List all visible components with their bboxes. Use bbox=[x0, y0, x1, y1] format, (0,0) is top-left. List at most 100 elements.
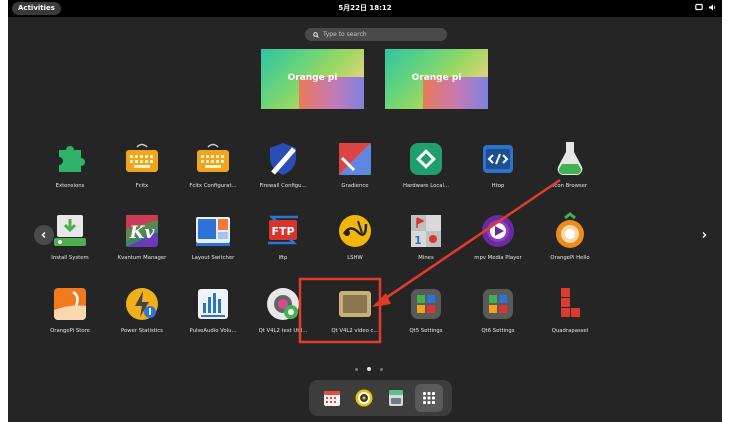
app-label: Gradience bbox=[341, 183, 369, 189]
app-label: OrangePi Hello bbox=[550, 255, 590, 261]
shield-icon bbox=[270, 143, 296, 175]
page-indicator bbox=[355, 367, 383, 371]
app-fcitx[interactable]: Fcitx bbox=[106, 140, 178, 189]
app-label: lftp bbox=[278, 255, 288, 261]
top-bar: Activities 5月22日 18:12 bbox=[8, 0, 722, 17]
screen-icon bbox=[695, 3, 703, 11]
app-orangepi-store[interactable]: OrangePi Store bbox=[34, 285, 106, 334]
app-label: LSHW bbox=[347, 255, 363, 261]
tetris-icon bbox=[561, 288, 580, 317]
app-htop[interactable]: Htop bbox=[462, 140, 534, 189]
app-quadrapassel[interactable]: Quadrapassel bbox=[534, 285, 606, 334]
app-extensions[interactable]: Extensions bbox=[34, 140, 106, 189]
power-icon bbox=[126, 288, 158, 320]
app-label: Layout Switcher bbox=[191, 255, 235, 261]
app-firewall-configu[interactable]: Firewall Configu... bbox=[247, 140, 319, 189]
app-label: Install System bbox=[51, 255, 89, 261]
calendar-icon[interactable] bbox=[322, 388, 342, 408]
app-label: Hardware Local... bbox=[402, 183, 450, 189]
app-mpv-media-player[interactable]: mpv Media Player bbox=[462, 212, 534, 261]
app-label: Qt5 Settings bbox=[409, 328, 443, 334]
app-label: Htop bbox=[491, 183, 505, 189]
app-fcitx-configurat[interactable]: Fcitx Configurat... bbox=[177, 140, 249, 189]
app-icon-browser[interactable]: Icon Browser bbox=[534, 140, 606, 189]
system-tray[interactable] bbox=[695, 3, 716, 12]
app-label: Fcitx Configurat... bbox=[189, 183, 237, 189]
layout-icon bbox=[196, 217, 230, 246]
app-lshw[interactable]: LSHW bbox=[319, 212, 391, 261]
app-label: Icon Browser bbox=[552, 183, 588, 189]
page-dot[interactable] bbox=[380, 367, 383, 371]
search-icon bbox=[313, 31, 319, 38]
desktop-screen: Activities 5月22日 18:12 Type to search Or… bbox=[8, 0, 722, 422]
app-label: Firewall Configu... bbox=[259, 183, 307, 189]
install-icon bbox=[54, 215, 86, 246]
app-gradience[interactable]: Gradience bbox=[319, 140, 391, 189]
chevron-left-icon bbox=[41, 232, 46, 238]
play-icon bbox=[482, 215, 514, 247]
app-layout-switcher[interactable]: Layout Switcher bbox=[177, 212, 249, 261]
app-qt6-settings[interactable]: Qt6 Settings bbox=[462, 285, 534, 334]
app-kvantum-manager[interactable]: Kv Kvantum Manager bbox=[106, 212, 178, 261]
puzzle-icon bbox=[59, 146, 85, 172]
previous-page-button[interactable] bbox=[34, 225, 54, 245]
app-label: Quadrapassel bbox=[551, 328, 589, 334]
store-icon bbox=[54, 288, 86, 320]
app-mines[interactable]: 1 Mines bbox=[390, 212, 462, 261]
qt-settings-icon bbox=[411, 289, 441, 319]
dock bbox=[309, 380, 452, 416]
page-dot-active[interactable] bbox=[367, 367, 371, 371]
clock[interactable]: 5月22日 18:12 bbox=[8, 0, 722, 17]
app-power-statistics[interactable]: Power Statistics bbox=[106, 285, 178, 334]
mines-icon: 1 bbox=[411, 215, 441, 247]
equalizer-icon bbox=[198, 289, 228, 319]
app-label: Qt V4L2 video c... bbox=[331, 328, 379, 334]
app-hardware-local[interactable]: Hardware Local... bbox=[390, 140, 462, 189]
lshw-icon bbox=[339, 215, 371, 247]
show-apps-grid-icon[interactable] bbox=[419, 388, 439, 408]
app-label: mpv Media Player bbox=[474, 255, 522, 261]
workspace-logo: Orange pi bbox=[287, 73, 338, 83]
search-input[interactable]: Type to search bbox=[305, 28, 447, 41]
chevron-right-icon bbox=[702, 232, 707, 238]
search-placeholder: Type to search bbox=[323, 31, 367, 38]
app-label: PulseAudio Volu... bbox=[189, 328, 237, 334]
app-label: OrangePi Store bbox=[50, 328, 90, 334]
workspace-logo: Orange pi bbox=[411, 73, 462, 83]
gear-flower-icon bbox=[556, 212, 584, 248]
app-label: Qt6 Settings bbox=[481, 328, 515, 334]
svg-text:1: 1 bbox=[414, 234, 422, 247]
app-label: Power Statistics bbox=[121, 328, 163, 334]
keyboard-icon bbox=[126, 143, 158, 172]
ftp-icon: FTP bbox=[268, 215, 298, 245]
app-label: Mines bbox=[418, 255, 434, 261]
app-label: Qt V4L2 test Util... bbox=[258, 328, 308, 334]
app-qt5-settings[interactable]: Qt5 Settings bbox=[390, 285, 462, 334]
keyboard-icon bbox=[197, 143, 229, 172]
kvantum-icon: Kv bbox=[126, 215, 158, 247]
workspace-thumbnail-2[interactable]: Orange pi bbox=[385, 49, 488, 109]
app-label: Fcitx bbox=[135, 183, 149, 189]
volume-icon bbox=[709, 4, 716, 11]
app-orangepi-hello[interactable]: OrangePi Hello bbox=[534, 212, 606, 261]
speaker-icon[interactable] bbox=[354, 388, 374, 408]
code-icon bbox=[483, 145, 513, 173]
page-dot[interactable] bbox=[355, 367, 358, 371]
app-lftp[interactable]: FTP lftp bbox=[247, 212, 319, 261]
app-qt-v4l2-test-util[interactable]: Qt V4L2 test Util... bbox=[247, 285, 319, 334]
annotation-overlay bbox=[298, 178, 561, 344]
camera-gear-icon bbox=[267, 288, 299, 320]
hardware-icon bbox=[410, 143, 442, 175]
app-pulseaudio-volu[interactable]: PulseAudio Volu... bbox=[177, 285, 249, 334]
svg-text:Kv: Kv bbox=[129, 223, 156, 243]
video-icon bbox=[339, 291, 371, 317]
app-qt-v4l2-video-c[interactable]: Qt V4L2 video c... bbox=[319, 285, 391, 334]
gradience-icon bbox=[339, 143, 371, 175]
svg-text:FTP: FTP bbox=[271, 225, 294, 238]
app-label: Kvantum Manager bbox=[117, 255, 167, 261]
file-cabinet-icon[interactable] bbox=[386, 388, 406, 408]
qt-settings-icon bbox=[483, 289, 513, 319]
app-label: Extensions bbox=[55, 183, 85, 189]
workspace-thumbnail-1[interactable]: Orange pi bbox=[261, 49, 364, 109]
next-page-button[interactable] bbox=[694, 225, 714, 245]
